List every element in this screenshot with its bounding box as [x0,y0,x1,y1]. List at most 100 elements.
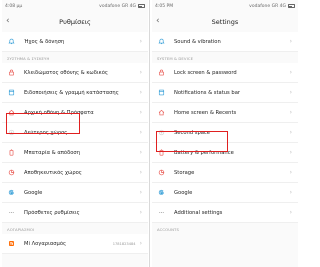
settings-item-label: Ειδοποιήσεις & γραμμή κατάστασης [24,89,119,96]
settings-item-label: Battery & performance [174,149,234,156]
page-title: Settings [211,18,239,26]
settings-item-bell[interactable]: Ήχος & δόνηση › [2,32,148,52]
bell-icon [157,37,166,46]
chevron-right-icon: › [289,149,292,156]
lock-icon [157,68,166,77]
back-arrow-icon[interactable]: ‹ [156,17,160,26]
settings-item-label: Πρόσθετες ρυθμίσεις [24,209,80,216]
section-header-system: SYSTEM & DEVICE [157,56,194,61]
status-bar: 4:08 μμ vodafone GR 4G [2,0,148,12]
chevron-right-icon: › [139,109,142,116]
section-header-system: ΣΥΣΤΗΜΑ & ΣΥΣΚΕΥΗ [7,56,50,61]
chevron-right-icon: › [139,129,142,136]
settings-item-more[interactable]: Additional settings › [152,203,298,223]
google-icon [7,188,16,197]
chevron-right-icon: › [139,38,142,45]
home-icon [157,108,166,117]
settings-item-label: Lock screen & password [174,69,237,76]
chevron-right-icon: › [289,209,292,216]
settings-item-second-space[interactable]: Δεύτερος χώρος › [2,123,148,143]
settings-item-home[interactable]: Αρχική οθόνη & Πρόσφατα › [2,103,148,123]
settings-item-label: Second space [174,129,210,136]
settings-item-lock[interactable]: Lock screen & password › [152,63,298,83]
chevron-right-icon: › [139,209,142,216]
settings-item-value: 1781823484 [112,241,136,246]
chevron-right-icon: › [289,38,292,45]
settings-item-battery[interactable]: Μπαταρία & απόδοση › [2,143,148,163]
screens-divider [149,0,150,267]
settings-screen-english: 4:05 PM vodafone GR 4G ‹ Settings Sound … [152,0,298,267]
settings-item-label: Αποθηκευτικός χώρος [24,169,82,176]
settings-item-storage[interactable]: Storage › [152,163,298,183]
settings-item-notification[interactable]: Ειδοποιήσεις & γραμμή κατάστασης › [2,83,148,103]
second-space-icon [7,128,16,137]
battery-icon [157,148,166,157]
chevron-right-icon: › [139,189,142,196]
google-icon [157,188,166,197]
more-icon [7,208,16,217]
app-bar: ‹ Ρυθμίσεις [2,12,148,32]
home-icon [7,108,16,117]
chevron-right-icon: › [139,169,142,176]
storage-icon [7,168,16,177]
settings-item-label: Storage [174,169,195,176]
settings-item-label: Additional settings [174,209,223,216]
settings-item-more[interactable]: Πρόσθετες ρυθμίσεις › [2,203,148,223]
notification-icon [157,88,166,97]
settings-item-label: Ήχος & δόνηση [24,38,65,45]
settings-item-battery[interactable]: Battery & performance › [152,143,298,163]
storage-icon [157,168,166,177]
more-icon [157,208,166,217]
chevron-right-icon: › [289,189,292,196]
status-carrier: vodafone GR 4G [249,3,286,9]
settings-item-label: Sound & vibration [174,38,221,45]
section-header-accounts: ΛΟΓΑΡΙΑΣΜΟΙ [7,227,35,232]
settings-item-notification[interactable]: Notifications & status bar › [152,83,298,103]
battery-status-icon [288,4,295,8]
settings-item-lock[interactable]: Κλειδώματος οθόνης & κωδικός › [2,63,148,83]
settings-item-mi-account[interactable]: Mi Λογαριασμός 1781823484 › [2,234,148,254]
status-time: 4:08 μμ [5,3,23,9]
settings-item-label: Mi Λογαριασμός [24,240,67,247]
mi-account-icon [7,239,16,248]
chevron-right-icon: › [289,129,292,136]
battery-status-icon [138,4,145,8]
lock-icon [7,68,16,77]
second-space-icon [157,128,166,137]
app-bar: ‹ Settings [152,12,298,32]
settings-item-label: Δεύτερος χώρος [24,129,68,136]
settings-item-storage[interactable]: Αποθηκευτικός χώρος › [2,163,148,183]
settings-screen-greek: 4:08 μμ vodafone GR 4G ‹ Ρυθμίσεις Ήχος … [2,0,148,267]
chevron-right-icon: › [289,169,292,176]
chevron-right-icon: › [289,69,292,76]
settings-list-top: Ήχος & δόνηση › [2,32,148,52]
status-time: 4:05 PM [155,3,174,9]
settings-item-home[interactable]: Home screen & Recents › [152,103,298,123]
settings-list-system: Κλειδώματος οθόνης & κωδικός › Ειδοποιήσει… [2,63,148,223]
settings-item-label: Google [24,189,43,196]
settings-item-google[interactable]: Google › [152,183,298,203]
bell-icon [7,37,16,46]
settings-item-bell[interactable]: Sound & vibration › [152,32,298,52]
battery-icon [7,148,16,157]
settings-item-google[interactable]: Google › [2,183,148,203]
settings-item-label: Μπαταρία & απόδοση [24,149,81,156]
settings-item-label: Home screen & Recents [174,109,237,116]
settings-list-system: Lock screen & password › Notifications & s… [152,63,298,223]
settings-item-label: Αρχική οθόνη & Πρόσφατα [24,109,94,116]
chevron-right-icon: › [139,149,142,156]
settings-list-top: Sound & vibration › [152,32,298,52]
chevron-right-icon: › [139,89,142,96]
status-bar: 4:05 PM vodafone GR 4G [152,0,298,12]
settings-list-accounts: Mi Λογαριασμός 1781823484 › [2,234,148,254]
back-arrow-icon[interactable]: ‹ [6,17,10,26]
chevron-right-icon: › [289,109,292,116]
status-carrier: vodafone GR 4G [99,3,136,9]
notification-icon [7,88,16,97]
page-title: Ρυθμίσεις [59,18,91,26]
settings-item-second-space[interactable]: Second space › [152,123,298,143]
settings-item-label: Notifications & status bar [174,89,241,96]
settings-item-label: Κλειδώματος οθόνης & κωδικός [24,69,108,76]
settings-item-label: Google [174,189,193,196]
section-header-accounts: ACCOUNTS [157,227,179,232]
